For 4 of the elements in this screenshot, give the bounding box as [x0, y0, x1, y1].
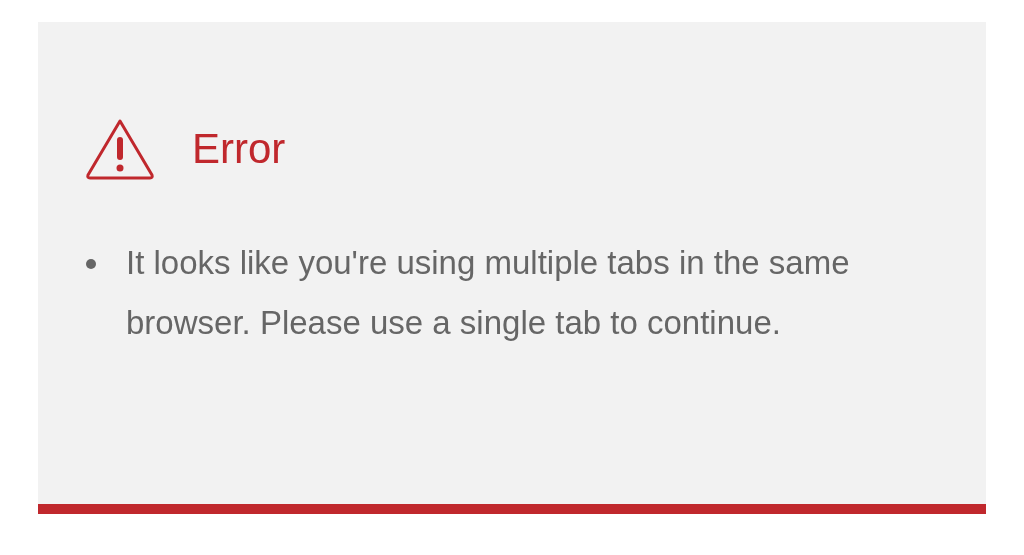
error-message: It looks like you're using multiple tabs in the same browser. Please use a single tab to continue. — [126, 243, 851, 343]
bullet-icon — [86, 259, 96, 269]
warning-icon — [84, 117, 156, 181]
alert-title: Error — [192, 128, 286, 170]
